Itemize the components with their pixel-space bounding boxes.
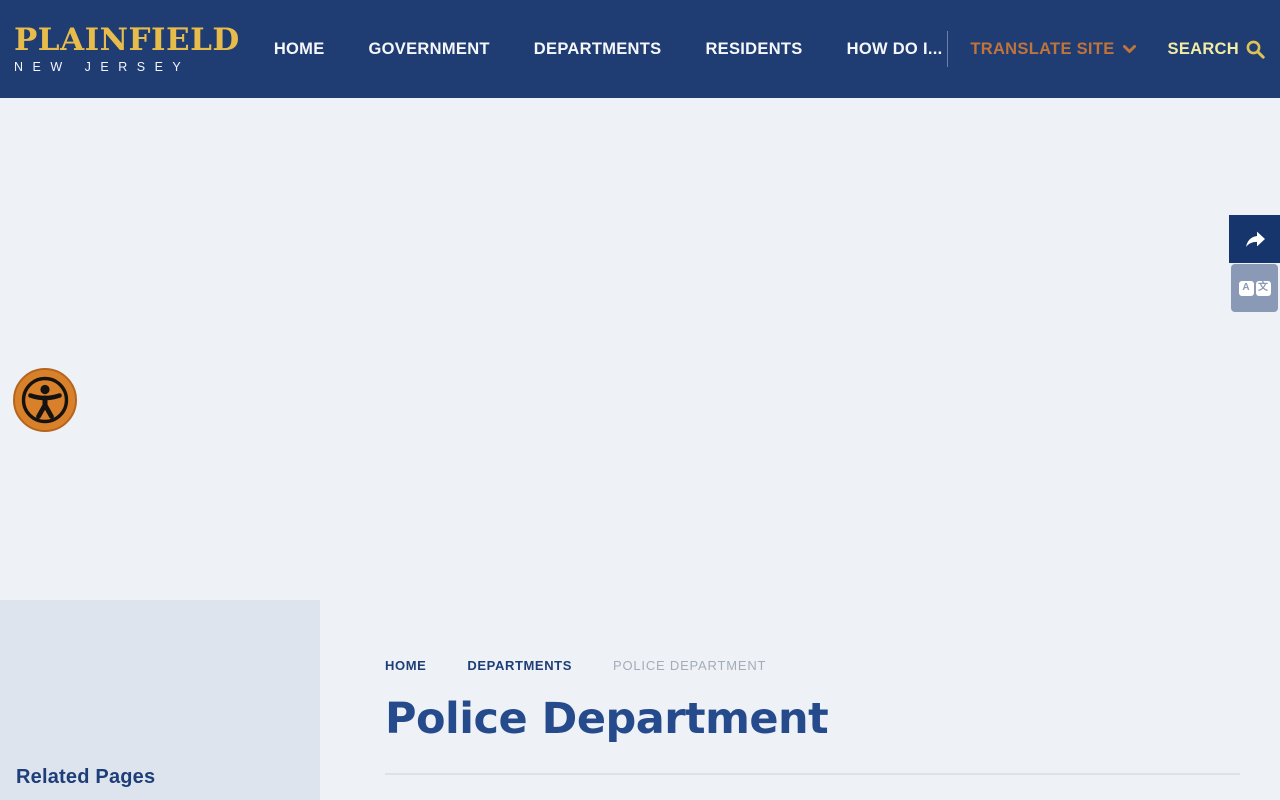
breadcrumb-current: POLICE DEPARTMENT	[613, 658, 767, 673]
search-button[interactable]: SEARCH	[1168, 39, 1266, 60]
logo-title: PLAINFIELD	[14, 22, 240, 59]
translate-icon-letter-a: A	[1238, 280, 1254, 296]
translate-site-button[interactable]: TRANSLATE SITE	[970, 39, 1136, 59]
translate-site-label: TRANSLATE SITE	[970, 39, 1115, 58]
content-row: Related Pages HOME DEPARTMENTS POLICE DE…	[0, 600, 1280, 800]
translate-icon: A 文	[1238, 280, 1271, 296]
translate-icon-letter-cjk: 文	[1255, 280, 1271, 296]
breadcrumb: HOME DEPARTMENTS POLICE DEPARTMENT	[385, 658, 1240, 673]
nav-item-departments[interactable]: DEPARTMENTS	[534, 40, 662, 59]
hero-section	[0, 98, 1280, 600]
content-divider	[385, 773, 1240, 776]
main-nav: HOME GOVERNMENT DEPARTMENTS RESIDENTS HO…	[274, 40, 943, 59]
related-pages-title: Related Pages	[16, 766, 156, 788]
share-arrow-icon	[1242, 227, 1268, 251]
floating-tools: A 文	[1229, 215, 1280, 312]
main-content: HOME DEPARTMENTS POLICE DEPARTMENT Polic…	[320, 600, 1280, 800]
accessibility-button[interactable]	[13, 368, 77, 432]
page-title: Police Department	[385, 694, 829, 744]
nav-item-government[interactable]: GOVERNMENT	[369, 40, 490, 59]
nav-item-residents[interactable]: RESIDENTS	[705, 40, 802, 59]
logo-tagline: NEW JERSEY	[14, 59, 191, 74]
search-label: SEARCH	[1167, 39, 1239, 58]
universal-access-icon	[19, 374, 71, 426]
nav-item-home[interactable]: HOME	[274, 40, 325, 59]
search-icon	[1245, 39, 1266, 60]
nav-item-how-do-i[interactable]: HOW DO I...	[847, 40, 943, 59]
breadcrumb-departments[interactable]: DEPARTMENTS	[467, 658, 572, 673]
top-nav-bar: PLAINFIELD NEW JERSEY HOME GOVERNMENT DE…	[0, 0, 1280, 98]
nav-divider	[947, 31, 949, 67]
site-logo[interactable]: PLAINFIELD NEW JERSEY	[14, 24, 240, 74]
breadcrumb-home[interactable]: HOME	[385, 658, 426, 673]
chevron-down-icon	[1122, 44, 1136, 54]
translate-tool-button[interactable]: A 文	[1231, 264, 1278, 312]
share-button[interactable]	[1229, 215, 1280, 263]
related-pages-sidebar: Related Pages	[0, 600, 320, 800]
